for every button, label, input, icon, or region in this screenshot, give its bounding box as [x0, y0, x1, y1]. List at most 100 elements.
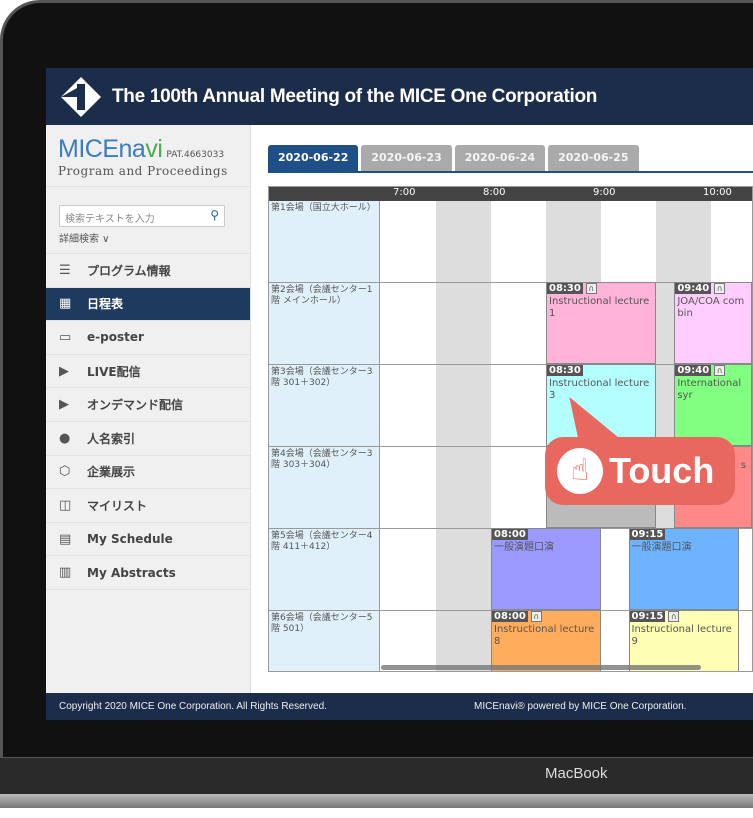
- time-label: 10:00: [703, 187, 732, 198]
- room-row: 第1会場（国立大ホール）: [269, 201, 752, 283]
- sidebar-item-label: プログラム情報: [87, 263, 171, 278]
- room-label: 第4会場（会議センター3階 303＋304）: [269, 447, 380, 528]
- sidebar-item[interactable]: ▥ My Abstracts: [46, 556, 250, 590]
- page-title: The 100th Annual Meeting of the MICE One…: [112, 85, 598, 107]
- session-block[interactable]: 09:15 ∩ Instructional lecture 9: [628, 610, 739, 671]
- sidebar-item[interactable]: ▦ 日程表: [46, 287, 250, 322]
- sidebar-nav: ☰ プログラム情報 ▦ 日程表 ▭ e-poster ▶ LIVE配信 ▶ オンデマンド配信 ● 人名…: [46, 253, 250, 590]
- person-icon: ●: [59, 430, 71, 446]
- sidebar-item[interactable]: ⬡ 企業展示: [46, 456, 250, 490]
- session-title: International syr: [677, 378, 745, 401]
- copyright: Copyright 2020 MICE One Corporation. All…: [59, 701, 327, 712]
- patent-number: PAT.4663033: [166, 150, 225, 160]
- logo-subtitle: Program and Proceedings: [58, 164, 228, 178]
- session-time: 09:40: [675, 283, 712, 294]
- headphones-icon: ∩: [530, 611, 542, 622]
- sidebar-item-label: 日程表: [87, 297, 124, 312]
- sidebar-item[interactable]: ▭ e-poster: [46, 321, 250, 355]
- advanced-search-toggle[interactable]: 詳細検索 ∨: [59, 230, 250, 245]
- cube-icon: ⬡: [59, 464, 71, 480]
- sidebar-item-label: マイリスト: [87, 498, 148, 513]
- time-label: 8:00: [483, 187, 506, 198]
- session-title: Instructional lecture 1: [549, 296, 653, 319]
- horizontal-scrollbar[interactable]: [381, 665, 701, 670]
- sidebar-item[interactable]: ◫ マイリスト: [46, 489, 250, 523]
- room-row: 第6会場（会議センター5階 501） 08:00 ∩ Instructional le…: [269, 610, 752, 671]
- sidebar-item[interactable]: ▶ LIVE配信: [46, 355, 250, 389]
- tab-underline: [268, 171, 753, 173]
- play-icon: ▶: [59, 363, 69, 379]
- sidebar-item[interactable]: ▤ My Schedule: [46, 523, 250, 557]
- session-block[interactable]: 08:00 一般演題口演: [491, 528, 601, 610]
- monitor-icon: ▭: [59, 329, 72, 345]
- calendar-icon: ▦: [59, 296, 72, 312]
- session-time: 08:30: [547, 283, 583, 294]
- room-label: 第5会場（会議センター4階 411＋412）: [269, 529, 380, 610]
- sidebar-item[interactable]: ● 人名索引: [46, 422, 250, 456]
- headphones-icon: ∩: [714, 283, 726, 294]
- book-icon: ◫: [59, 497, 72, 513]
- laptop-chin: MacBook: [0, 758, 753, 794]
- session-title: Instructional lecture 8: [494, 624, 598, 647]
- time-label: 9:00: [593, 187, 616, 198]
- room-label: 第6会場（会議センター5階 501）: [269, 611, 380, 671]
- sidebar: MICEnavi PAT.4663033 Program and Proceedi…: [46, 125, 251, 693]
- room-label: 第3会場（会議センター3階 301＋302）: [269, 365, 380, 446]
- room-label: 第2会場（会議センター1階 メインホール）: [269, 283, 380, 364]
- room-label: 第1会場（国立大ホール）: [269, 201, 380, 282]
- screen: The 100th Annual Meeting of the MICE One…: [46, 68, 753, 720]
- session-time: 09:15: [629, 611, 666, 622]
- headphones-icon: ∩: [714, 365, 726, 376]
- session-title: 一般演題口演: [494, 542, 554, 553]
- pointing-hand-icon: ☝: [557, 448, 603, 494]
- headphones-icon: ∩: [668, 611, 680, 622]
- books-icon: ▥: [59, 565, 72, 581]
- session-block[interactable]: 09:40 ∩ JOA/COA combin: [674, 282, 752, 364]
- time-header: 7:00 8:00 9:00 10:00: [269, 187, 752, 201]
- sidebar-item[interactable]: ▶ オンデマンド配信: [46, 388, 250, 422]
- device-label: MacBook: [545, 765, 608, 782]
- sidebar-item-label: My Schedule: [87, 532, 173, 547]
- session-block[interactable]: 08:00 ∩ Instructional lecture 8: [491, 610, 601, 671]
- date-tabs: 2020-06-22 2020-06-23 2020-06-24 2020-06-25: [268, 145, 639, 171]
- session-time: 09:40: [675, 365, 712, 376]
- search-icon[interactable]: ⚲: [210, 208, 219, 222]
- tab-date[interactable]: 2020-06-24: [454, 145, 546, 171]
- time-label: 7:00: [393, 187, 416, 198]
- session-title: 一般演題口演: [631, 542, 692, 553]
- session-time: 09:15: [629, 529, 666, 540]
- sidebar-item-label: オンデマンド配信: [87, 398, 184, 413]
- room-row: 第3会場（会議センター3階 301＋302） 08:30 Instructional…: [269, 364, 752, 447]
- footer: Copyright 2020 MICE One Corporation. All…: [46, 693, 753, 720]
- list-icon: ☰: [59, 262, 71, 278]
- schedule-grid: 7:00 8:00 9:00 10:00 第1会場（国立大ホール） 第2会場（会議センタ…: [268, 186, 753, 672]
- touch-callout: ☝ Touch: [545, 437, 735, 505]
- session-block[interactable]: 09:40 ∩ International syr: [674, 364, 752, 446]
- logo-icon: [61, 76, 101, 117]
- micenavi-logo: MICEnavi PAT.4663033 Program and Proceedi…: [46, 125, 250, 187]
- room-row: 第5会場（会議センター4階 411＋412） 08:00 一般演題口演 09:15 一般…: [269, 528, 752, 611]
- powered-by: MICEnavi® powered by MICE One Corporatio…: [474, 701, 687, 712]
- sidebar-item-label: LIVE配信: [87, 364, 141, 379]
- tab-date[interactable]: 2020-06-23: [361, 145, 452, 171]
- sidebar-item[interactable]: ☰ プログラム情報: [46, 254, 250, 288]
- room-row: 第2会場（会議センター1階 メインホール） 08:30 ∩ Instructional…: [269, 282, 752, 365]
- schedule-icon: ▤: [59, 531, 72, 547]
- app-header: The 100th Annual Meeting of the MICE One…: [46, 68, 753, 125]
- session-title: JOA/COA combin: [677, 296, 745, 319]
- tab-date[interactable]: 2020-06-22: [268, 145, 359, 171]
- search-input[interactable]: 検索テキストを入力 ⚲: [59, 205, 225, 227]
- tab-date[interactable]: 2020-06-25: [548, 145, 639, 171]
- play-icon: ▶: [59, 397, 69, 413]
- session-title: Instructional lecture 9: [631, 624, 736, 647]
- session-block[interactable]: 09:15 一般演題口演: [628, 528, 739, 610]
- session-block[interactable]: 08:30 ∩ Instructional lecture 1: [546, 282, 656, 364]
- session-time: 08:00: [492, 611, 528, 622]
- sidebar-item-label: My Abstracts: [87, 565, 176, 580]
- sidebar-item-label: 企業展示: [87, 465, 136, 480]
- session-time: 08:30: [547, 365, 583, 376]
- laptop-base: [0, 794, 753, 808]
- session-time: 08:00: [492, 529, 528, 540]
- sidebar-item-label: 人名索引: [87, 431, 136, 446]
- headphones-icon: ∩: [585, 283, 597, 294]
